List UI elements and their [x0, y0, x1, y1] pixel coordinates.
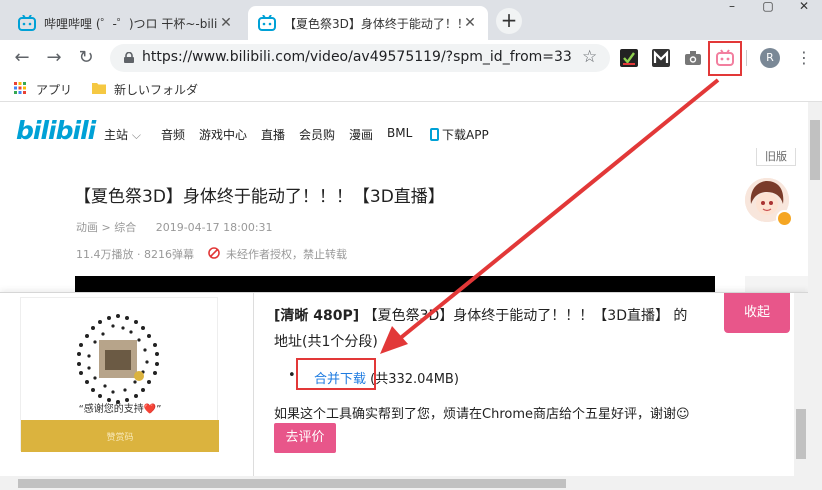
old-version-tab[interactable]: 旧版: [756, 148, 796, 166]
profile-avatar[interactable]: R: [760, 48, 780, 68]
tab-title: 【夏色祭3D】身体终于能动了！！！【3D直播】: [284, 16, 462, 31]
donation-qr-card: “感谢您的支持❤️” 赞赏码: [20, 297, 219, 452]
bilibili-logo[interactable]: bilibili: [16, 116, 96, 145]
panel-divider: [253, 293, 254, 477]
reload-icon[interactable]: ↻: [74, 46, 98, 70]
nav-game-center[interactable]: 游戏中心: [199, 126, 247, 143]
forward-arrow-icon[interactable]: →: [42, 46, 66, 70]
video-quality: [清晰 480P]: [274, 308, 360, 324]
extension-highlight-box: [708, 41, 742, 76]
nav-main-site[interactable]: 主站 ⌵: [104, 126, 141, 143]
rate-request-text: 如果这个工具确实帮到了您，烦请在Chrome商店给个五星好评，谢谢☺: [274, 407, 690, 422]
apps-grid-icon: [14, 82, 26, 97]
vertical-scroll-thumb[interactable]: [810, 120, 820, 180]
checklist-icon[interactable]: [620, 49, 638, 67]
nav-manga[interactable]: 漫画: [349, 126, 373, 143]
chevron-down-icon: ⌵: [131, 128, 141, 142]
minimize-icon[interactable]: –: [714, 0, 750, 14]
nav-live[interactable]: 直播: [261, 126, 285, 143]
menu-dots-icon[interactable]: ⋮: [796, 48, 812, 68]
bookmark-star-icon[interactable]: ☆: [582, 47, 597, 67]
window-close-icon[interactable]: ✕: [786, 0, 822, 14]
collapse-button[interactable]: 收起: [724, 293, 790, 333]
video-category[interactable]: 动画 > 综合: [76, 221, 136, 234]
back-arrow-icon[interactable]: ←: [10, 46, 34, 70]
download-subtitle: 地址(共1个分段): [274, 334, 378, 350]
video-stats: 11.4万播放 · 8216弹幕 未经作者授权，禁止转载: [76, 246, 347, 262]
m-letter-icon[interactable]: [652, 49, 670, 67]
download-title: [清晰 480P] 【夏色祭3D】身体终于能动了！！！【3D直播】 的 地址(共…: [274, 303, 724, 355]
folder-icon: [92, 82, 106, 97]
apps-label: アプリ: [36, 83, 73, 97]
tab-video[interactable]: 【夏色祭3D】身体终于能动了！！！【3D直播】 ✕: [248, 6, 488, 40]
merge-download-highlight-box: [296, 358, 376, 390]
nav-shop[interactable]: 会员购: [299, 126, 335, 143]
url-text: https://www.bilibili.com/video/av4957511…: [142, 49, 572, 65]
camera-icon[interactable]: [684, 49, 702, 67]
nav-audio[interactable]: 音频: [161, 126, 185, 143]
browser-toolbar: ← → ↻ https://www.bilibili.com/video/av4…: [0, 40, 822, 76]
video-date: 2019-04-17 18:00:31: [155, 221, 273, 234]
bilibili-tv-icon: [18, 14, 36, 31]
panel-scroll-thumb[interactable]: [796, 409, 806, 459]
lock-icon: [124, 51, 134, 63]
copyright-notice: 未经作者授权，禁止转载: [225, 248, 347, 261]
address-bar[interactable]: https://www.bilibili.com/video/av4957511…: [110, 44, 610, 72]
nav-download-app[interactable]: 下载APP: [430, 126, 489, 143]
video-player[interactable]: [75, 276, 715, 292]
video-title: 【夏色祭3D】身体终于能动了！！！【3D直播】: [74, 187, 445, 207]
toolbar-divider: [746, 50, 747, 66]
horizontal-scroll-thumb[interactable]: [18, 479, 566, 488]
view-danmaku-count: 11.4万播放 · 8216弹幕: [76, 248, 194, 261]
tab-strip: 哔哩哔哩 (゜-゜)つロ 干杯~-bilibili ✕ 【夏色祭3D】身体终于能…: [0, 0, 822, 40]
bilibili-tv-icon: [258, 14, 276, 31]
new-tab-button[interactable]: +: [496, 8, 522, 34]
bookmarks-bar: アプリ 新しいフォルダ: [0, 76, 822, 102]
tab-title: 哔哩哔哩 (゜-゜)つロ 干杯~-bilibili: [44, 16, 218, 31]
maximize-icon[interactable]: ▢: [750, 0, 786, 14]
nav-bml[interactable]: BML: [387, 126, 412, 140]
no-repost-icon: [208, 246, 220, 262]
apps-bookmark[interactable]: アプリ: [14, 81, 72, 98]
side-panel-tab: [745, 276, 808, 292]
qr-code-icon: [77, 314, 159, 404]
bullet-icon: •: [288, 368, 296, 383]
qr-gold-bar: 赞赏码: [21, 420, 219, 452]
folder-bookmark[interactable]: 新しいフォルダ: [92, 81, 198, 98]
qr-bar-label: 赞赏码: [106, 433, 134, 443]
close-icon[interactable]: ✕: [218, 15, 234, 31]
download-video-name: 【夏色祭3D】身体终于能动了！！！【3D直播】 的: [359, 308, 688, 324]
folder-label: 新しいフォルダ: [114, 83, 199, 97]
rate-button[interactable]: 去评价: [274, 423, 336, 453]
qr-caption: “感谢您的支持❤️”: [78, 404, 162, 415]
download-helper-panel: “感谢您的支持❤️” 赞赏码 [清晰 480P] 【夏色祭3D】身体终于能动了！…: [0, 292, 808, 477]
tab-bilibili-home[interactable]: 哔哩哔哩 (゜-゜)つロ 干杯~-bilibili ✕: [8, 6, 244, 40]
lightning-badge-icon: [776, 210, 793, 227]
merge-size: (共332.04MB): [370, 372, 459, 387]
video-meta: 动画 > 综合 2019-04-17 18:00:31: [76, 219, 273, 235]
phone-icon: [430, 128, 439, 141]
close-icon[interactable]: ✕: [462, 15, 478, 31]
